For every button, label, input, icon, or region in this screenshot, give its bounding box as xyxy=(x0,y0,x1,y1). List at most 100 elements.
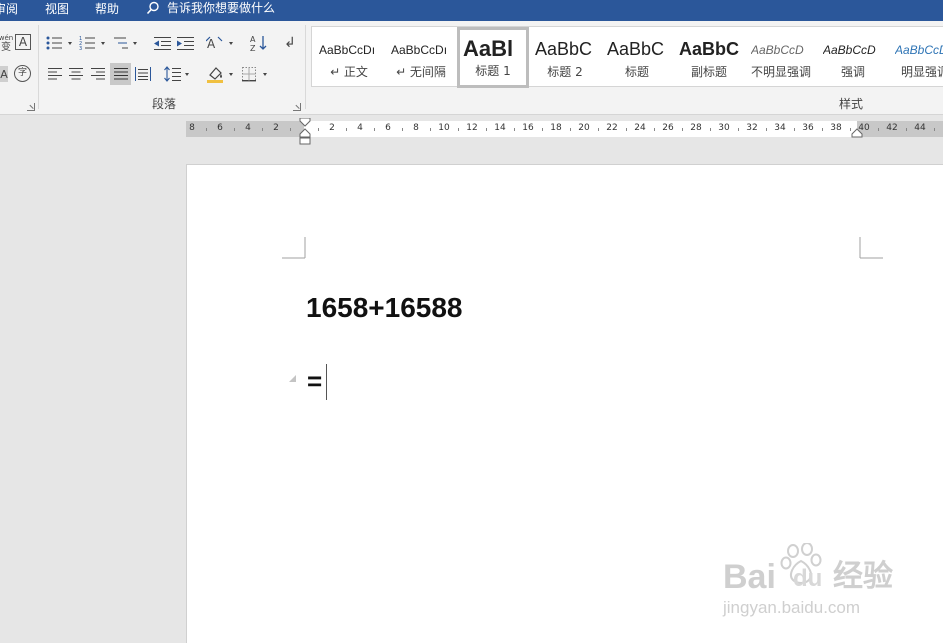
ruler-label-right-10: 22 xyxy=(606,123,618,133)
group-separator xyxy=(305,25,306,109)
ruler-label-right-8: 18 xyxy=(550,123,562,133)
style-preview: AaBbC xyxy=(607,39,665,59)
show-hide-marks-button[interactable]: ↲ xyxy=(281,33,299,53)
style-name: ↵ 正文 xyxy=(330,65,368,79)
ruler-label-right-0: 2 xyxy=(329,123,335,133)
ruler-label-right-6: 14 xyxy=(494,123,506,133)
increase-indent-icon xyxy=(177,37,194,50)
tab-help[interactable]: 帮助 xyxy=(95,2,119,16)
ruler-tick xyxy=(514,128,515,131)
decrease-indent-icon xyxy=(154,37,171,50)
decrease-indent-button[interactable] xyxy=(152,33,174,53)
ruler-tick xyxy=(878,128,879,131)
align-center-icon xyxy=(69,68,83,80)
multilevel-list-button[interactable] xyxy=(112,33,144,53)
ruler-tick xyxy=(318,128,319,131)
tab-view[interactable]: 视图 xyxy=(45,2,69,16)
increase-indent-button[interactable] xyxy=(175,33,197,53)
style-title[interactable]: AaBbC 标题 xyxy=(602,29,672,86)
document-text-line-1[interactable]: 1658+16588 xyxy=(306,292,463,324)
enclose-characters-button[interactable]: 字 xyxy=(14,65,31,82)
style-preview: AaBl xyxy=(463,37,514,61)
svg-text:Z: Z xyxy=(250,44,256,52)
align-right-button[interactable] xyxy=(89,64,107,84)
ruler-tick xyxy=(822,128,823,131)
paragraph-dialog-launcher[interactable] xyxy=(293,103,301,111)
justify-button[interactable] xyxy=(110,63,131,85)
style-preview: AaBbC xyxy=(679,39,739,59)
ruler-right-margin xyxy=(857,121,943,137)
group-separator xyxy=(38,25,39,109)
align-center-button[interactable] xyxy=(67,64,85,84)
tell-me-search[interactable]: 告诉我你想要做什么 xyxy=(146,1,275,15)
line-spacing-button[interactable] xyxy=(163,64,193,84)
document-page[interactable]: 1658+16588 = Bai du 经验 jingyan.baidu.com xyxy=(186,164,943,643)
numbering-button[interactable]: 123 xyxy=(78,33,110,53)
first-line-indent-marker[interactable] xyxy=(299,118,311,127)
watermark-brand: Bai xyxy=(723,558,776,596)
character-shading-button[interactable]: A xyxy=(0,66,8,82)
text-cursor xyxy=(326,364,327,400)
character-shading-icon: A xyxy=(0,67,8,81)
style-subtle-emphasis[interactable]: AaBbCcD 不明显强调 xyxy=(746,29,816,86)
phonetic-guide-button[interactable]: wén 变 xyxy=(0,33,13,53)
style-normal[interactable]: AaBbCcDı ↵ 正文 xyxy=(314,29,384,86)
style-intense-emphasis[interactable]: AaBbCcD 明显强调 xyxy=(890,29,943,86)
character-border-button[interactable]: A xyxy=(15,34,31,50)
bullets-button[interactable] xyxy=(44,33,76,53)
ruler-tick xyxy=(234,128,235,131)
line-spacing-icon xyxy=(164,66,189,82)
borders-button[interactable] xyxy=(240,64,272,84)
sort-icon: AZ xyxy=(250,35,267,52)
ruler-tick xyxy=(906,128,907,131)
ruler-tick xyxy=(206,128,207,131)
style-name: 强调 xyxy=(840,65,865,79)
style-preview: AaBbC xyxy=(535,39,593,59)
ruler-tick xyxy=(374,128,375,131)
shading-button[interactable] xyxy=(205,64,237,84)
pilcrow-icon: ↲ xyxy=(284,35,296,51)
ruler-tick xyxy=(570,128,571,131)
hanging-indent-marker[interactable] xyxy=(299,128,311,145)
style-name: 副标题 xyxy=(690,65,727,79)
ruler-label-right-2: 6 xyxy=(385,123,391,133)
ruler-tick xyxy=(934,128,935,131)
ruler-label-left-2: 4 xyxy=(245,123,251,133)
ruler-label-right-11: 24 xyxy=(634,123,646,133)
style-emphasis[interactable]: AaBbCcD 强调 xyxy=(818,29,888,86)
align-left-button[interactable] xyxy=(46,64,64,84)
watermark-url: jingyan.baidu.com xyxy=(723,598,861,617)
horizontal-ruler[interactable]: 8 6 4 2 2 4 6 8 10 12 14 16 18 20 22 24 26 28 30 32 34 36 38 40… xyxy=(186,118,943,145)
style-heading-1[interactable]: AaBl 标题 1 xyxy=(457,27,529,88)
tab-review[interactable]: 审阅 xyxy=(0,2,18,16)
phonetic-guide-char: 变 xyxy=(1,41,11,53)
chinese-layout-button[interactable]: A xyxy=(205,33,237,53)
ruler-tick xyxy=(542,128,543,131)
font-dialog-launcher[interactable] xyxy=(27,103,35,111)
ruler-label-right-9: 20 xyxy=(578,123,590,133)
enclose-characters-icon: 字 xyxy=(17,68,27,78)
ruler-tick xyxy=(794,128,795,131)
styles-group-label: 样式 xyxy=(839,97,864,111)
ruler-label-right-12: 26 xyxy=(662,123,674,133)
ruler-label-right-19: 40 xyxy=(858,123,870,133)
ruler-tick xyxy=(682,128,683,131)
ruler-label-right-13: 28 xyxy=(690,123,702,133)
style-heading-2[interactable]: AaBbC 标题 2 xyxy=(530,29,600,86)
distributed-button[interactable] xyxy=(133,64,152,84)
sort-button[interactable]: AZ xyxy=(249,33,269,53)
ruler-label-right-17: 36 xyxy=(802,123,814,133)
justify-icon xyxy=(113,68,128,80)
ruler-label-right-21: 44 xyxy=(914,123,926,133)
search-icon xyxy=(146,1,159,15)
ruler-label-right-20: 42 xyxy=(886,123,898,133)
align-right-icon xyxy=(91,68,105,80)
ruler-tick xyxy=(598,128,599,131)
document-text-line-2[interactable]: = xyxy=(307,367,322,395)
style-no-spacing[interactable]: AaBbCcDı ↵ 无间隔 xyxy=(386,29,456,86)
style-preview: AaBbCcD xyxy=(895,43,943,57)
style-subtitle[interactable]: AaBbC 副标题 xyxy=(674,29,744,86)
ruler-label-right-14: 30 xyxy=(718,123,730,133)
paragraph-collapse-icon[interactable] xyxy=(289,375,296,382)
ruler-tick xyxy=(626,128,627,131)
